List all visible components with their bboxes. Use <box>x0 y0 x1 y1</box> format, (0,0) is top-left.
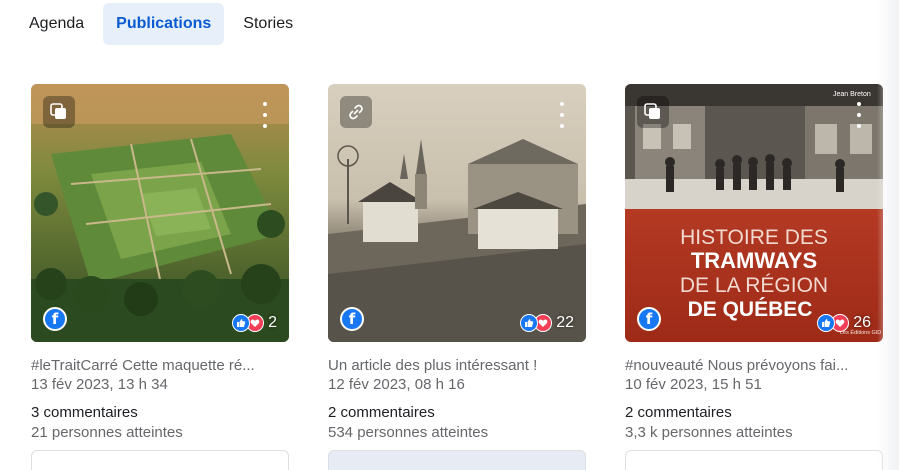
reaction-summary: 22 <box>520 314 574 332</box>
cover-title-line: TRAMWAYS <box>691 248 817 273</box>
link-icon <box>340 96 372 128</box>
facebook-icon: f <box>637 307 661 331</box>
album-icon <box>43 96 75 128</box>
tab-stories[interactable]: Stories <box>230 3 306 45</box>
post-card[interactable]: f 22 Un article des plus intéressant ! 1… <box>328 84 586 470</box>
post-date: 12 fév 2023, 08 h 16 <box>328 376 465 393</box>
comment-count: 3 commentaires <box>31 404 138 421</box>
cover-title-line: DE LA RÉGION <box>680 274 828 297</box>
reaction-summary: 26 <box>817 314 871 332</box>
post-action-button[interactable] <box>625 450 883 470</box>
post-caption[interactable]: #leTraitCarré Cette maquette ré... <box>31 356 289 375</box>
like-icon <box>817 314 836 332</box>
post-action-button[interactable] <box>31 450 289 470</box>
post-date: 10 fév 2023, 15 h 51 <box>625 376 762 393</box>
reaction-count: 22 <box>556 314 574 331</box>
post-thumbnail[interactable]: f 2 <box>31 84 289 342</box>
like-icon <box>520 314 539 332</box>
album-icon <box>637 96 669 128</box>
tab-publications[interactable]: Publications <box>103 3 225 45</box>
reaction-summary: 2 <box>232 314 277 332</box>
post-thumbnail[interactable]: Jean Breton HISTOIRE DES TRAMWAYS DE LA … <box>625 84 883 342</box>
more-options-icon[interactable] <box>558 102 566 128</box>
post-caption[interactable]: Un article des plus intéressant ! <box>328 356 586 375</box>
scroll-edge-shadow <box>877 0 899 470</box>
reaction-count: 2 <box>268 314 277 331</box>
reach-count: 3,3 k personnes atteintes <box>625 424 793 441</box>
reach-count: 21 personnes atteintes <box>31 424 183 441</box>
facebook-icon: f <box>340 307 364 331</box>
cover-title-line: HISTOIRE DES <box>680 226 828 249</box>
reach-count: 534 personnes atteintes <box>328 424 489 441</box>
tab-bar: Agenda Publications Stories <box>16 3 306 45</box>
post-card[interactable]: Jean Breton HISTOIRE DES TRAMWAYS DE LA … <box>625 84 883 470</box>
reaction-count: 26 <box>853 314 871 331</box>
post-thumbnail[interactable]: f 22 <box>328 84 586 342</box>
comment-count: 2 commentaires <box>328 404 435 421</box>
post-caption[interactable]: #nouveauté Nous prévoyons fai... <box>625 356 883 375</box>
facebook-icon: f <box>43 307 67 331</box>
post-action-button[interactable] <box>328 450 586 470</box>
more-options-icon[interactable] <box>261 102 269 128</box>
tab-agenda[interactable]: Agenda <box>16 3 97 45</box>
post-grid: f 2 #leTraitCarré Cette maquette ré... 1… <box>31 84 883 470</box>
post-date: 13 fév 2023, 13 h 34 <box>31 376 168 393</box>
cover-author: Jean Breton <box>833 91 871 98</box>
cover-title-line: DE QUÉBEC <box>688 298 813 321</box>
more-options-icon[interactable] <box>855 102 863 128</box>
comment-count: 2 commentaires <box>625 404 732 421</box>
post-card[interactable]: f 2 #leTraitCarré Cette maquette ré... 1… <box>31 84 289 470</box>
like-icon <box>232 314 251 332</box>
